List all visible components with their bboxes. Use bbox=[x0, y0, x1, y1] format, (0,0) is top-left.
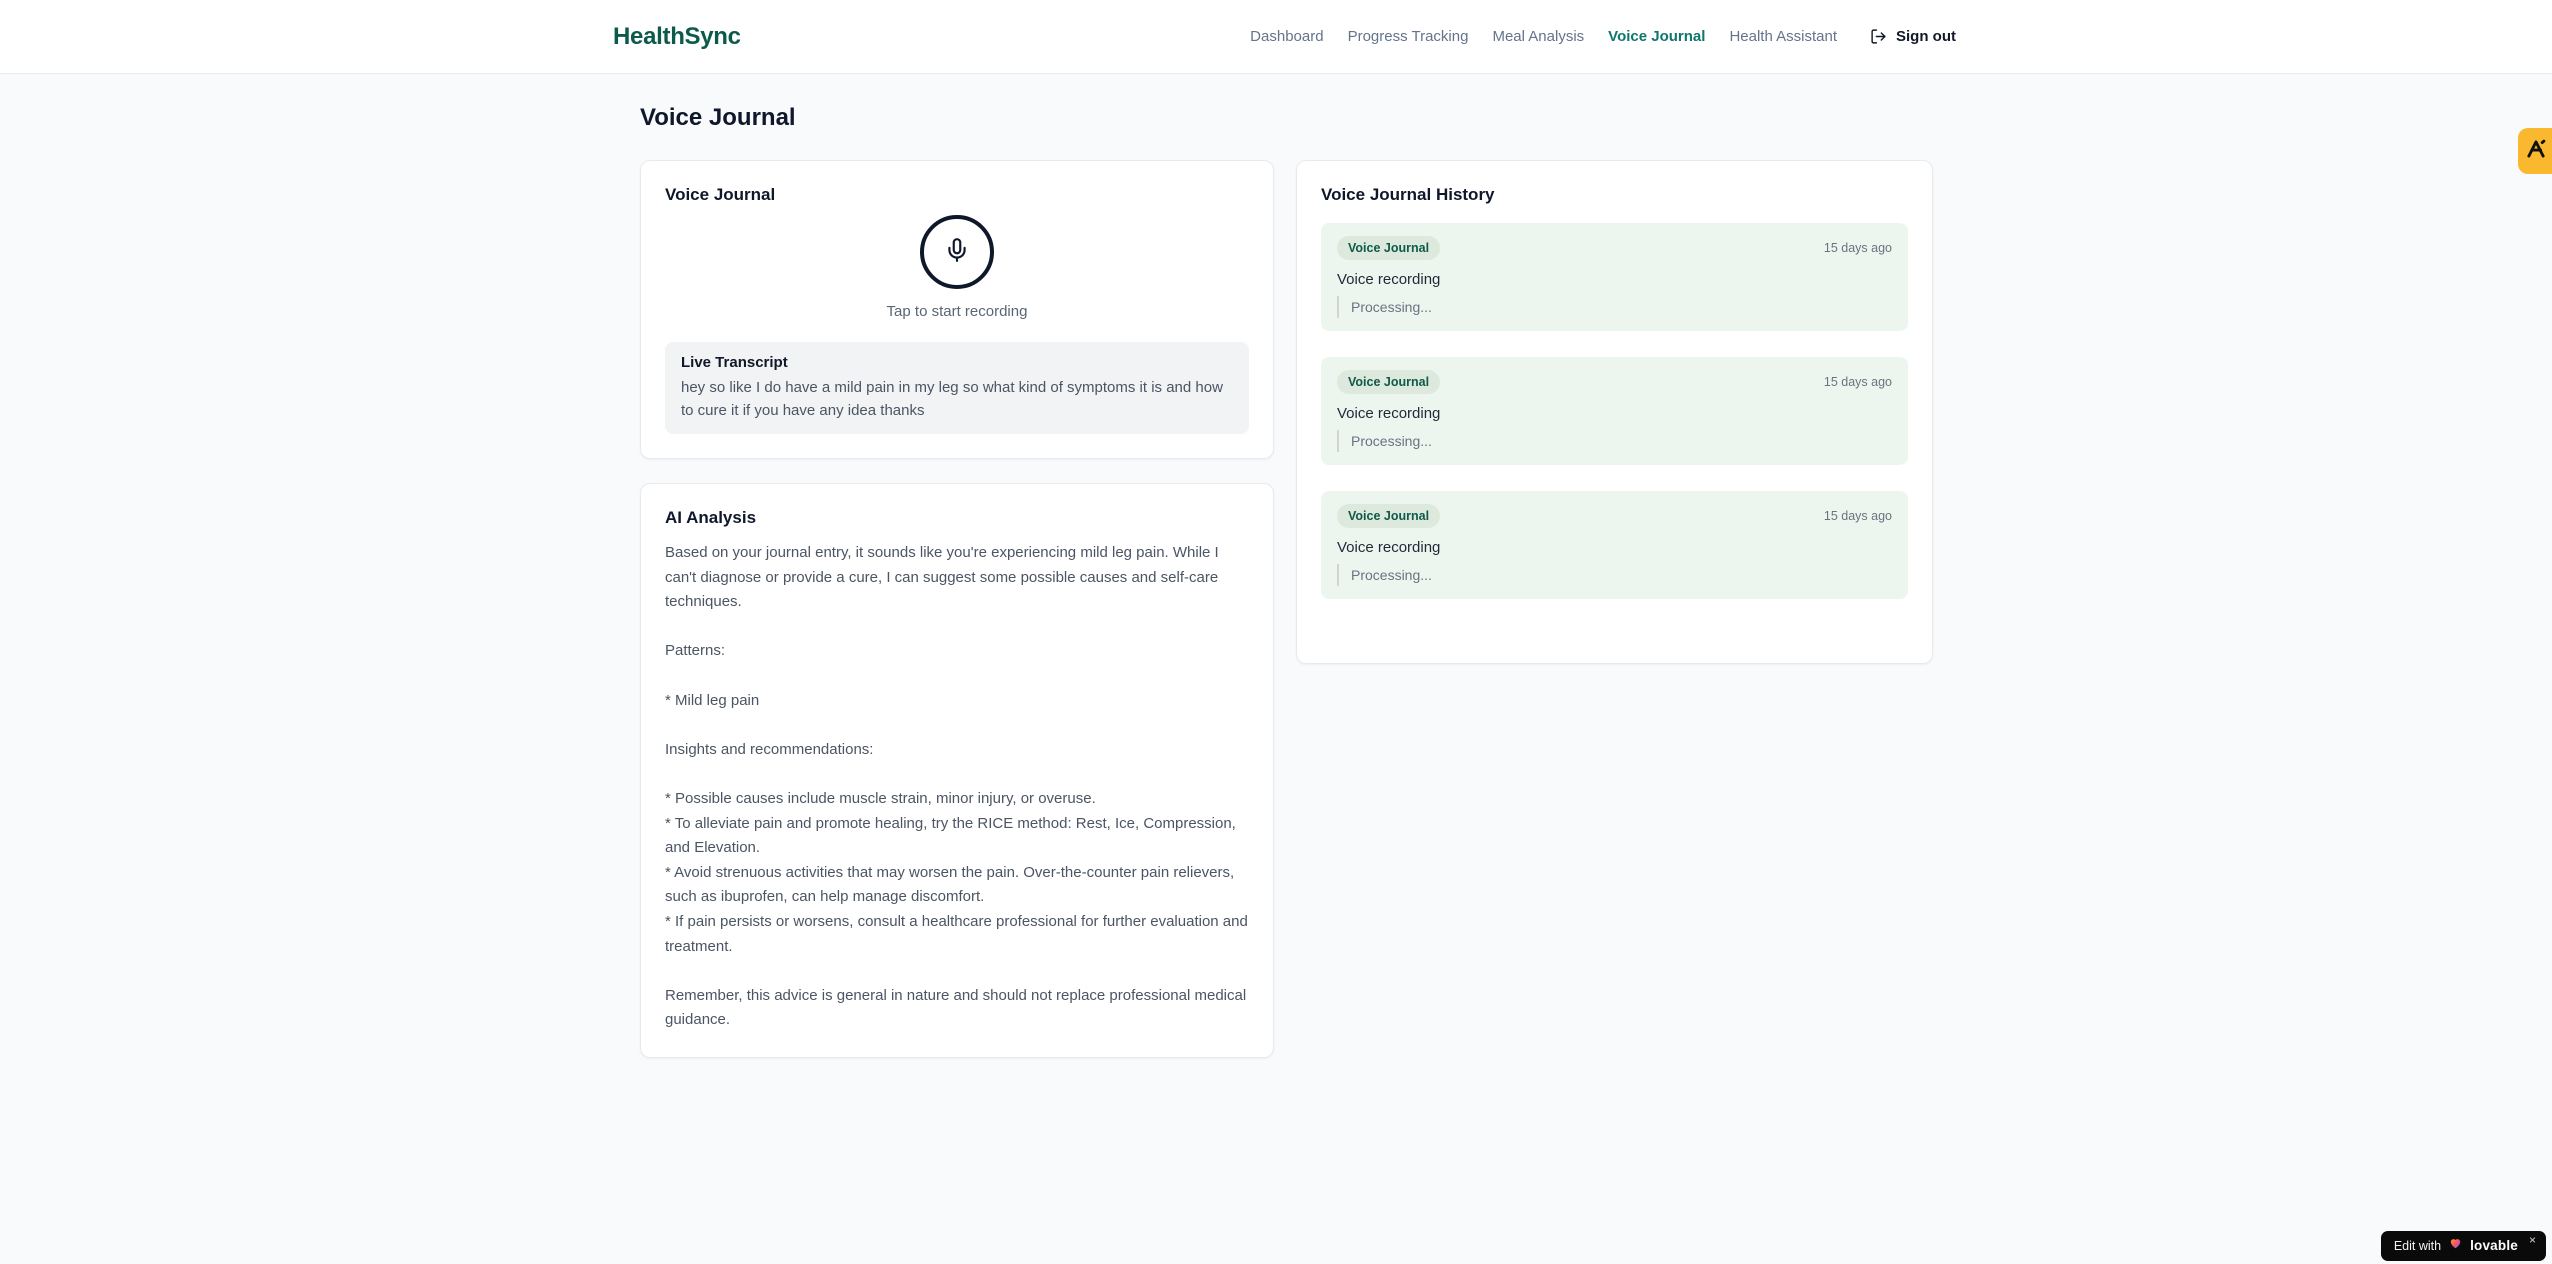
heart-icon bbox=[2448, 1236, 2463, 1255]
ai-analysis-body: Based on your journal entry, it sounds l… bbox=[665, 544, 1248, 1029]
nav-item-meal-analysis[interactable]: Meal Analysis bbox=[1492, 28, 1584, 45]
entry-type-badge: Voice Journal bbox=[1337, 504, 1441, 528]
tap-to-record-hint: Tap to start recording bbox=[886, 303, 1028, 320]
record-button[interactable] bbox=[920, 215, 994, 289]
main-nav: Dashboard Progress Tracking Meal Analysis V… bbox=[1250, 28, 1837, 45]
edit-with-lovable-badge[interactable]: Edit with lovable × bbox=[2380, 1231, 2546, 1261]
signout-button[interactable]: Sign out bbox=[1870, 28, 1956, 45]
main-content: Voice Journal Voice Journal Tap to start… bbox=[0, 74, 2552, 1058]
page-title: Voice Journal bbox=[640, 104, 796, 131]
right-column: Voice Journal History Voice Journal 15 d… bbox=[1296, 160, 1933, 664]
voice-journal-history-card: Voice Journal History Voice Journal 15 d… bbox=[1296, 160, 1933, 664]
signout-label: Sign out bbox=[1896, 28, 1956, 45]
history-card-title: Voice Journal History bbox=[1321, 185, 1495, 204]
entry-title: Voice recording bbox=[1337, 405, 1441, 422]
history-entry: Voice Journal 15 days ago Voice recordin… bbox=[1321, 223, 1908, 331]
history-entry: Voice Journal 15 days ago Voice recordin… bbox=[1321, 357, 1908, 465]
nav-item-dashboard[interactable]: Dashboard bbox=[1250, 28, 1323, 45]
entry-type-badge: Voice Journal bbox=[1337, 370, 1441, 394]
recorder-card-title: Voice Journal bbox=[665, 185, 776, 204]
voice-recorder-card: Voice Journal Tap to start recording Liv… bbox=[640, 160, 1274, 459]
lovable-prefix-label: Edit with bbox=[2393, 1238, 2442, 1253]
live-transcript-text: hey so like I do have a mild pain in my … bbox=[681, 379, 1223, 419]
live-transcript-title: Live Transcript bbox=[681, 354, 788, 371]
app-logo[interactable]: HealthSync bbox=[613, 23, 741, 51]
live-transcript-box: Live Transcript hey so like I do have a … bbox=[665, 342, 1249, 434]
history-list: Voice Journal 15 days ago Voice recordin… bbox=[1321, 223, 1908, 599]
entry-timestamp: 15 days ago bbox=[1823, 241, 1892, 255]
history-entry-header: Voice Journal 15 days ago bbox=[1337, 370, 1892, 394]
entry-type-badge: Voice Journal bbox=[1337, 236, 1441, 260]
history-entry-header: Voice Journal 15 days ago bbox=[1337, 236, 1892, 260]
lambda-logo-icon bbox=[2525, 138, 2547, 165]
history-entry: Voice Journal 15 days ago Voice recordin… bbox=[1321, 491, 1908, 599]
entry-status: Processing... bbox=[1337, 296, 1892, 318]
nav-group: Dashboard Progress Tracking Meal Analysis V… bbox=[1250, 28, 1956, 45]
entry-timestamp: 15 days ago bbox=[1823, 509, 1892, 523]
close-icon[interactable]: × bbox=[2529, 1234, 2536, 1246]
nav-item-voice-journal[interactable]: Voice Journal bbox=[1608, 28, 1705, 45]
mic-icon bbox=[944, 237, 970, 268]
left-column: Voice Journal Tap to start recording Liv… bbox=[640, 160, 1274, 1058]
nav-item-health-assistant[interactable]: Health Assistant bbox=[1729, 28, 1837, 45]
entry-title: Voice recording bbox=[1337, 539, 1441, 556]
entry-status: Processing... bbox=[1337, 564, 1892, 586]
lovable-brand-label: lovable bbox=[2470, 1238, 2518, 1253]
mic-area: Tap to start recording bbox=[665, 215, 1249, 320]
history-entry-header: Voice Journal 15 days ago bbox=[1337, 504, 1892, 528]
content-grid: Voice Journal Tap to start recording Liv… bbox=[640, 160, 2552, 1058]
app-header: HealthSync Dashboard Progress Tracking Mea… bbox=[0, 0, 2552, 74]
entry-status: Processing... bbox=[1337, 430, 1892, 452]
ai-analysis-card: AI Analysis Based on your journal entry,… bbox=[640, 483, 1274, 1058]
entry-timestamp: 15 days ago bbox=[1823, 375, 1892, 389]
nav-item-progress-tracking[interactable]: Progress Tracking bbox=[1348, 28, 1469, 45]
side-widget-button[interactable] bbox=[2518, 128, 2552, 174]
entry-title: Voice recording bbox=[1337, 271, 1441, 288]
logout-icon bbox=[1870, 28, 1887, 45]
ai-analysis-title: AI Analysis bbox=[665, 508, 757, 527]
